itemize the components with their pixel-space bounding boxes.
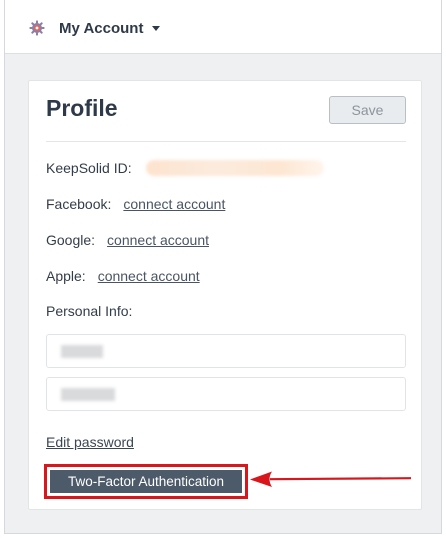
my-account-menu-button[interactable]: My Account [29,17,161,39]
keepsolid-id-label: KeepSolid ID: [46,160,132,176]
facebook-label: Facebook: [46,196,112,212]
page-title: Profile [46,95,118,121]
profile-card: Profile Save KeepSolid ID: Facebook: con… [28,80,422,510]
app-window: My Account Profile Save KeepSolid ID: Fa… [4,0,442,534]
apple-label: Apple: [46,268,86,284]
apple-connect-link[interactable]: connect account [98,268,200,284]
two-factor-authentication-button[interactable]: Two-Factor Authentication [50,470,242,493]
first-name-field[interactable] [46,334,406,368]
personal-info-row: Personal Info: [46,303,132,319]
edit-password-link[interactable]: Edit password [46,434,134,450]
annotation-arrow-icon [250,471,412,487]
two-factor-highlight-box: Two-Factor Authentication [44,464,248,499]
google-connect-link[interactable]: connect account [107,232,209,248]
divider [46,141,406,142]
last-name-field[interactable] [46,377,406,411]
keepsolid-id-row: KeepSolid ID: [46,160,324,176]
facebook-row: Facebook: connect account [46,196,225,212]
google-row: Google: connect account [46,232,209,248]
keepsolid-id-value-redacted [145,160,324,176]
personal-info-label: Personal Info: [46,303,133,319]
top-bar: My Account [5,0,441,54]
apple-row: Apple: connect account [46,268,200,284]
my-account-label: My Account [59,19,144,37]
last-name-value-redacted [61,388,115,401]
caret-down-icon [152,25,161,31]
facebook-connect-link[interactable]: connect account [123,196,225,212]
first-name-value-redacted [61,345,103,358]
save-button[interactable]: Save [329,96,406,124]
google-label: Google: [46,232,96,248]
gear-icon [29,20,45,36]
